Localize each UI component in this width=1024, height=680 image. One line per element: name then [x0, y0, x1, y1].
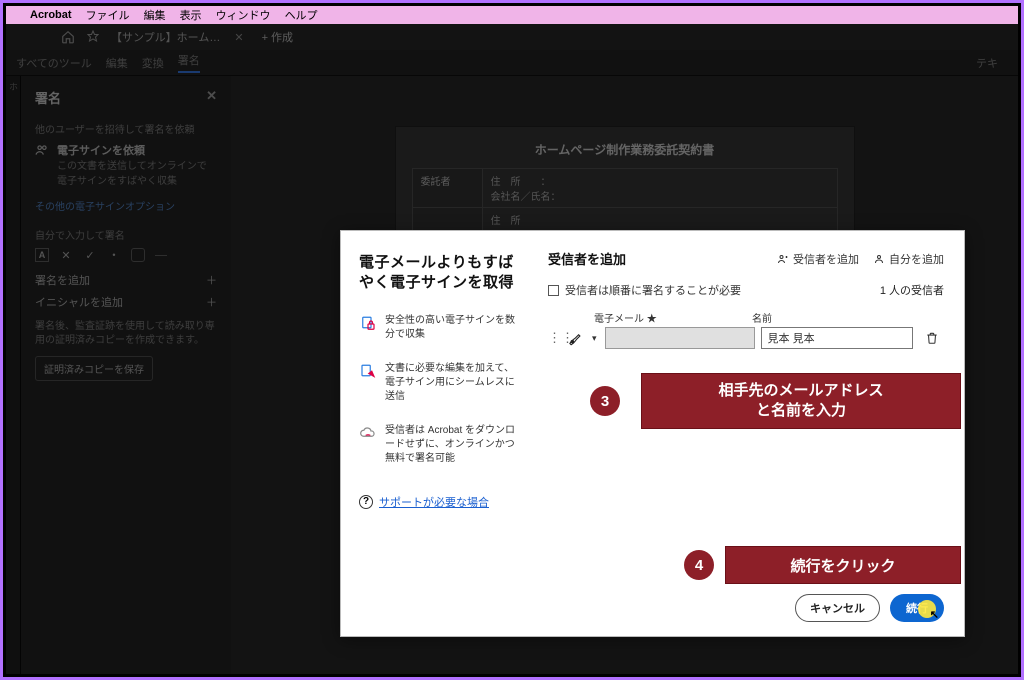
add-self-action[interactable]: 自分を追加 [873, 251, 944, 267]
menu-help[interactable]: ヘルプ [285, 7, 318, 23]
tool-all-tools[interactable]: すべてのツール [16, 55, 92, 71]
menu-window[interactable]: ウィンドウ [216, 7, 271, 23]
step-3-badge: 3 [590, 386, 620, 416]
recipient-row: ⋮⋮ ▾ [548, 327, 944, 349]
home-icon[interactable] [61, 30, 75, 44]
save-certified-copy-button[interactable]: 証明済みコピーを保存 [35, 356, 153, 381]
tool-row: すべてのツール 編集 変換 署名 テキ [6, 50, 1018, 76]
person-icon [873, 253, 885, 265]
role-dropdown-caret-icon[interactable]: ▾ [592, 333, 597, 344]
continue-button[interactable]: 続行 ↖ [890, 594, 944, 622]
email-field-label: 電子メール ★ [594, 310, 752, 325]
panel-note: 署名後、監査証跡を使用して読み取り専用の証明済みコピーを作成できます。 [35, 320, 217, 348]
add-initial[interactable]: イニシャルを追加 [35, 294, 123, 310]
modal-feat1: 安全性の高い電子サインを数分で収集 [385, 314, 520, 342]
circle-tool-icon[interactable] [131, 248, 145, 262]
doc-row1-name: 会社名／氏名： [491, 188, 829, 203]
tab-close-icon[interactable]: ✕ [234, 31, 243, 44]
add-signature[interactable]: 署名を追加 [35, 272, 90, 288]
self-sign-label: 自分で入力して署名 [35, 227, 217, 242]
modal-feat2: 文書に必要な編集を加えて、電子サイン用にシームレスに送信 [385, 362, 520, 404]
section-invite-label: 他のユーザーを招待して署名を依頼 [35, 121, 217, 136]
delete-recipient-icon[interactable] [925, 331, 939, 345]
cancel-button[interactable]: キャンセル [795, 594, 880, 622]
dot-tool-icon[interactable]: • [107, 248, 121, 262]
document-tabs: 【サンプル】ホーム… ✕ + 作成 [6, 24, 1018, 50]
menubar-appname: Acrobat [30, 9, 72, 21]
add-person-icon [777, 253, 789, 265]
doc-table: 委託者 住 所 ： 会社名／氏名： 住 所 [412, 168, 838, 232]
lock-doc-icon [359, 315, 377, 333]
tool-right-label: テキ [976, 55, 1018, 71]
x-tool-icon[interactable]: ✕ [59, 248, 73, 262]
request-sign-desc1: この文書を送信してオンラインで [57, 160, 217, 173]
panel-title: 署名 [35, 88, 61, 107]
other-esign-options[interactable]: その他の電子サインオプション [35, 198, 217, 213]
modal-feat3: 受信者は Acrobat をダウンロードせずに、オンラインかつ無料で署名可能 [385, 424, 520, 466]
text-tool-icon[interactable]: A [35, 248, 49, 262]
doc-row1-label: 委託者 [412, 169, 482, 208]
sign-side-panel: 署名 ✕ 他のユーザーを招待して署名を依頼 電子サインを依頼 この文書を送信して… [21, 76, 231, 674]
add-recipient-action[interactable]: 受信者を追加 [777, 251, 859, 267]
tab-create[interactable]: + 作成 [262, 29, 293, 45]
pen-role-icon[interactable] [564, 328, 586, 348]
sign-in-order-checkbox[interactable] [548, 285, 559, 296]
check-tool-icon[interactable]: ✓ [83, 248, 97, 262]
self-sign-icons: A ✕ ✓ • [35, 248, 217, 262]
menu-view[interactable]: 表示 [180, 7, 202, 23]
doc-title: ホームページ制作業務委託契約書 [412, 141, 838, 158]
cursor-icon: ↖ [930, 608, 939, 621]
help-icon: ? [359, 495, 373, 509]
menu-edit[interactable]: 編集 [144, 7, 166, 23]
step-4-badge: 4 [684, 550, 714, 580]
recipient-name-input[interactable] [761, 327, 913, 349]
modal-right-title: 受信者を追加 [548, 249, 626, 268]
add-signature-plus-icon[interactable]: ＋ [206, 272, 217, 288]
tool-sign[interactable]: 署名 [178, 52, 200, 73]
request-sign-title[interactable]: 電子サインを依頼 [57, 142, 145, 158]
cloud-sign-icon [359, 425, 377, 443]
support-link[interactable]: サポートが必要な場合 [379, 494, 489, 510]
recipient-count: 1 人の受信者 [880, 282, 944, 298]
name-field-label: 名前 [752, 310, 772, 325]
left-rail: ホ [6, 76, 21, 674]
send-doc-icon [359, 363, 377, 381]
recipient-email-input[interactable] [605, 327, 755, 349]
tab-sample-home[interactable]: 【サンプル】ホーム… [111, 29, 220, 45]
add-initial-plus-icon[interactable]: ＋ [206, 294, 217, 310]
line-tool-icon[interactable] [155, 255, 167, 256]
request-sign-icon [35, 143, 49, 157]
menu-file[interactable]: ファイル [86, 7, 130, 23]
drag-handle-icon[interactable]: ⋮⋮ [548, 330, 558, 346]
panel-close-icon[interactable]: ✕ [206, 88, 217, 107]
request-sign-desc2: 電子サインをすばやく収集 [57, 175, 217, 188]
tool-edit[interactable]: 編集 [106, 55, 128, 71]
document-page: ホームページ制作業務委託契約書 委託者 住 所 ： 会社名／氏名： 住 所 [395, 126, 855, 247]
modal-headline: 電子メールよりもすば やく電子サインを取得 [359, 253, 520, 294]
step-4-callout: 続行をクリック [725, 546, 961, 584]
star-icon[interactable] [87, 30, 99, 45]
step-3-callout: 相手先のメールアドレス と名前を入力 [641, 373, 961, 429]
tool-convert[interactable]: 変換 [142, 55, 164, 71]
mac-menubar: Acrobat ファイル 編集 表示 ウィンドウ ヘルプ [6, 6, 1018, 24]
sign-in-order-label: 受信者は順番に署名することが必要 [565, 282, 741, 298]
doc-row1-addr: 住 所 ： [491, 173, 829, 188]
doc-row2-addr: 住 所 [491, 212, 829, 227]
